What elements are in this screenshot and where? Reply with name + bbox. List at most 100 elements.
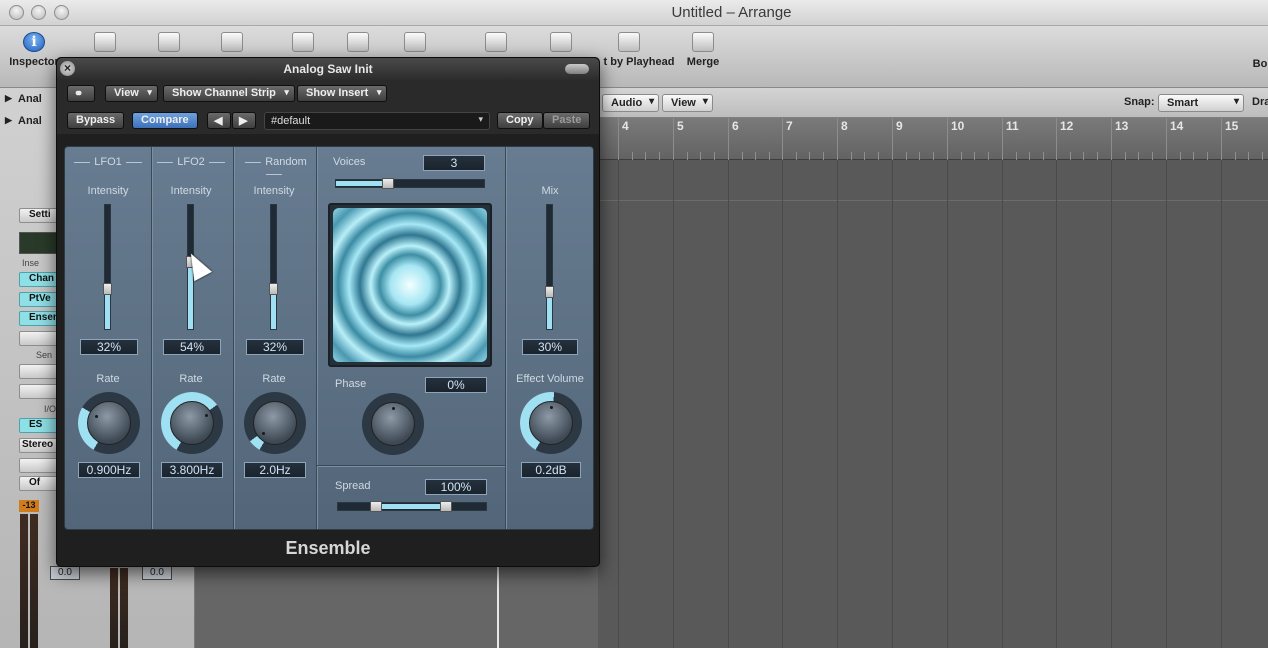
snap-select[interactable]: Smart <box>1158 94 1244 112</box>
bar-grid-line <box>673 160 674 648</box>
bar-line <box>1111 118 1112 160</box>
insert-slot-3[interactable]: Ensem <box>19 311 61 326</box>
mix-value[interactable]: 30% <box>522 339 578 355</box>
lfo1-intensity-fader[interactable] <box>103 204 112 330</box>
random-rate-knob[interactable] <box>244 392 306 454</box>
toolbar-tool-8[interactable] <box>548 32 574 56</box>
split-by-playhead-button[interactable]: t by Playhead <box>600 32 678 68</box>
bar-line <box>1166 118 1167 160</box>
view-menu[interactable]: View <box>662 94 713 112</box>
bounce-button[interactable]: Bo <box>1252 58 1268 70</box>
bar-grid-line <box>618 160 619 648</box>
preset-menu[interactable]: #default <box>264 112 490 130</box>
beat-tick <box>796 152 797 160</box>
playhead[interactable] <box>497 560 499 648</box>
beat-tick <box>851 152 852 160</box>
plugin-toolbar-toggle[interactable] <box>565 64 589 74</box>
repeat-icon <box>485 32 507 52</box>
plugin-titlebar[interactable]: × Analog Saw Init <box>57 58 599 80</box>
track-header-2[interactable]: Anal <box>0 110 60 134</box>
ensemble-panel: LFO1 Intensity 32% Rate 0.900Hz LFO2 Intensity… <box>64 146 594 530</box>
copy-button[interactable]: Copy <box>497 112 543 129</box>
phase-knob-pointer <box>392 407 395 410</box>
spread-handle-left[interactable] <box>370 501 382 512</box>
eq-thumbnail[interactable] <box>19 232 61 254</box>
link-button[interactable]: ⚭ <box>67 85 95 102</box>
lfo2-rate-value[interactable]: 3.800Hz <box>161 462 223 478</box>
insert-slot-1[interactable]: Chan <box>19 272 61 287</box>
compare-button[interactable]: Compare <box>132 112 198 129</box>
bar-number: 15 <box>1225 119 1239 133</box>
insert-slot-2[interactable]: PtVe <box>19 292 61 307</box>
paste-button[interactable]: Paste <box>543 112 591 129</box>
plugin-preset-row: Bypass Compare ◀ ▶ #default Copy Paste <box>57 108 599 134</box>
automation-slot[interactable]: Of <box>19 476 61 491</box>
bar-grid-line <box>782 160 783 648</box>
previous-preset-button[interactable]: ◀ <box>207 112 231 129</box>
bar-number: 14 <box>1170 119 1184 133</box>
toolbar-tool-5[interactable] <box>345 32 371 56</box>
send-slot-2[interactable] <box>19 384 61 399</box>
insert-slot-empty[interactable] <box>19 331 61 346</box>
plugin-view-menu[interactable]: View <box>105 85 158 102</box>
beat-tick <box>823 152 824 160</box>
bar-line <box>1002 118 1003 160</box>
arrow-left-icon: ◀ <box>214 115 223 127</box>
spread-label: Spread <box>335 480 371 492</box>
audio-menu[interactable]: Audio <box>602 94 660 112</box>
toolbar-tool-6[interactable] <box>402 32 428 56</box>
toolbar-tool-3[interactable] <box>219 32 245 56</box>
phase-knob[interactable] <box>362 393 424 455</box>
send-slot-1[interactable] <box>19 364 61 379</box>
toolbar-tool-4[interactable] <box>290 32 316 56</box>
random-intensity-value[interactable]: 32% <box>246 339 304 355</box>
show-channel-strip-menu[interactable]: Show Channel Strip <box>163 85 295 102</box>
bypass-button[interactable]: Bypass <box>67 112 125 129</box>
beat-tick <box>742 152 743 160</box>
effect-volume-knob[interactable] <box>520 392 582 454</box>
merge-button[interactable]: Merge <box>684 32 722 68</box>
beat-tick <box>933 152 934 160</box>
track-header-1[interactable]: Anal <box>0 88 60 112</box>
tracks-area[interactable] <box>598 160 1268 648</box>
lfo1-rate-knob[interactable] <box>78 392 140 454</box>
lfo1-rate-pointer <box>95 415 99 418</box>
voices-slider-handle[interactable] <box>382 178 394 189</box>
bar-ruler[interactable]: 4 5 6 7 8 9 10 11 12 13 14 15 <box>598 118 1268 160</box>
beat-tick <box>1016 152 1017 160</box>
lfo1-intensity-value[interactable]: 32% <box>80 339 138 355</box>
input-slot[interactable]: ES <box>19 418 61 433</box>
spread-slider[interactable] <box>337 501 487 512</box>
inspector-button[interactable]: i Inspector <box>8 32 60 68</box>
voices-slider[interactable] <box>335 178 485 189</box>
group-slot[interactable] <box>19 458 61 473</box>
random-intensity-fader[interactable] <box>269 204 278 330</box>
spread-handle-right[interactable] <box>440 501 452 512</box>
random-intensity-handle[interactable] <box>269 283 278 295</box>
lfo2-intensity-value[interactable]: 54% <box>163 339 221 355</box>
mix-fader-handle[interactable] <box>545 286 554 298</box>
effect-volume-knob-cap <box>529 401 573 445</box>
random-rate-value[interactable]: 2.0Hz <box>244 462 306 478</box>
mix-fader[interactable] <box>545 204 554 330</box>
lfo1-rate-value[interactable]: 0.900Hz <box>78 462 140 478</box>
effect-volume-value[interactable]: 0.2dB <box>521 462 581 478</box>
spread-value[interactable]: 100% <box>425 479 487 495</box>
show-insert-menu[interactable]: Show Insert <box>297 85 388 102</box>
browser-icon <box>221 32 243 52</box>
lfo1-intensity-handle[interactable] <box>103 283 112 295</box>
phase-value[interactable]: 0% <box>425 377 487 393</box>
voices-value[interactable]: 3 <box>423 155 485 171</box>
toolbar-tool-7[interactable] <box>483 32 509 56</box>
window-titlebar: Untitled – Arrange <box>0 0 1268 26</box>
bar-line <box>1221 118 1222 160</box>
beat-tick <box>878 152 879 160</box>
split-icon <box>618 32 640 52</box>
setting-button[interactable]: Setti <box>19 208 61 223</box>
output-slot[interactable]: Stereo <box>19 438 61 453</box>
window-title: Untitled – Arrange <box>671 4 792 21</box>
next-preset-button[interactable]: ▶ <box>232 112 256 129</box>
toolbar-tool-1[interactable] <box>92 32 118 56</box>
toolbar-tool-2[interactable] <box>156 32 182 56</box>
lfo2-rate-knob[interactable] <box>161 392 223 454</box>
